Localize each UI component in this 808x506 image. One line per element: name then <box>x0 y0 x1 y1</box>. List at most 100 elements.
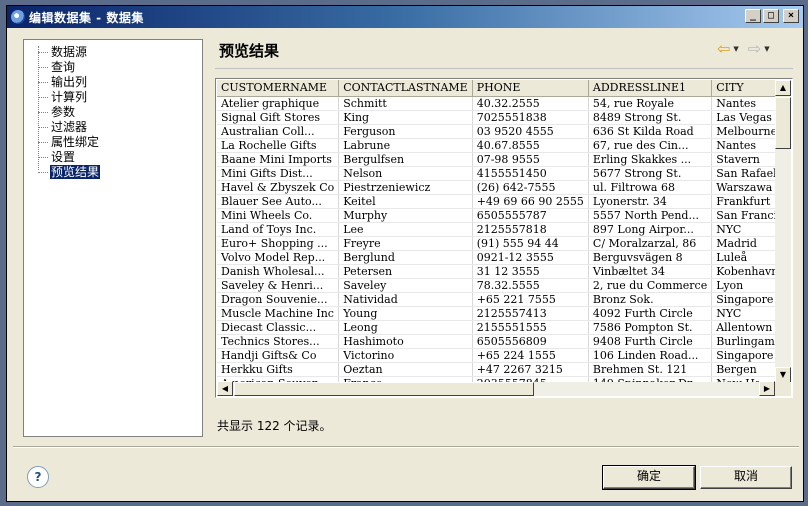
nav-item[interactable]: 属性绑定 <box>50 135 100 149</box>
title-divider <box>215 68 793 69</box>
nav-item[interactable]: 查询 <box>50 60 76 74</box>
scroll-right-button[interactable]: ▶ <box>759 381 775 396</box>
table-row[interactable]: Saveley & Henri... Saveley 78.32.5555 2, ru… <box>217 278 775 293</box>
table-cell: Hashimoto <box>338 334 473 349</box>
table-cell: Frankfurt <box>711 194 775 209</box>
table-row[interactable]: Dragon Souvenie... Natividad +65 221 7555 B… <box>217 292 775 307</box>
table-cell: +65 224 1555 <box>472 348 589 363</box>
table-row[interactable]: Volvo Model Rep... Berglund 0921-12 3555 Be… <box>217 250 775 265</box>
table-cell: NYC <box>711 222 775 237</box>
table-cell: Havel & Zbyszek Co <box>217 180 340 195</box>
table-row[interactable]: La Rochelle Gifts Labrune 40.67.8555 67, ru… <box>217 138 775 153</box>
table-cell: 31 12 3555 <box>472 264 589 279</box>
column-header[interactable]: ADDRESSLINE1 <box>588 80 713 97</box>
cancel-button[interactable]: 取消 <box>700 466 792 489</box>
table-row[interactable]: Baane Mini Imports Bergulfsen 07-98 9555 Er… <box>217 152 775 167</box>
table-row[interactable]: Diecast Classic... Leong 2155551555 7586 Po… <box>217 320 775 335</box>
table-row[interactable]: Mini Gifts Dist... Nelson 4155551450 5677 S… <box>217 166 775 181</box>
table-cell: Keitel <box>338 194 473 209</box>
tree-connector <box>38 172 48 173</box>
column-header[interactable]: CONTACTLASTNAME <box>338 80 473 97</box>
nav-item[interactable]: 过滤器 <box>50 120 88 134</box>
help-icon[interactable]: ? <box>27 466 49 488</box>
table-cell: Ferguson <box>338 124 473 139</box>
table-cell: Volvo Model Rep... <box>217 250 340 265</box>
forward-arrow-icon[interactable]: ⇨ <box>748 41 761 57</box>
table-cell: Bergen <box>711 362 775 377</box>
table-cell: Baane Mini Imports <box>217 152 340 167</box>
nav-item[interactable]: 参数 <box>50 105 76 119</box>
scroll-corner <box>775 382 791 396</box>
scroll-left-button[interactable]: ◀ <box>217 381 233 396</box>
grid-viewport: CUSTOMERNAME CONTACTLASTNAME PHONE ADDRESSL… <box>217 80 775 383</box>
ok-button[interactable]: 确定 <box>602 465 696 490</box>
table-cell: Bronz Sok. <box>588 292 713 307</box>
table-row[interactable]: Handji Gifts& Co Victorino +65 224 1555 106… <box>217 348 775 363</box>
title-bar[interactable]: 编辑数据集 - 数据集 _ □ × <box>7 6 803 28</box>
table-cell: Leong <box>338 320 473 335</box>
table-row[interactable]: Danish Wholesal... Petersen 31 12 3555 Vinb… <box>217 264 775 279</box>
table-row[interactable]: Havel & Zbyszek Co Piestrzeniewicz (26) 64… <box>217 180 775 195</box>
table-cell: Herkku Gifts <box>217 362 340 377</box>
table-cell: Dragon Souvenie... <box>217 292 340 307</box>
table-cell: (26) 642-7555 <box>472 180 589 195</box>
nav-item[interactable]: 输出列 <box>50 75 88 89</box>
horizontal-scroll-thumb[interactable] <box>234 382 534 396</box>
tree-connector <box>38 82 48 83</box>
scroll-down-button[interactable]: ▼ <box>775 367 791 383</box>
table-row[interactable]: Herkku Gifts Oeztan +47 2267 3215 Brehmen S… <box>217 362 775 377</box>
table-row[interactable]: Euro+ Shopping ... Freyre (91) 555 94 44 C/… <box>217 236 775 251</box>
table-cell: Natividad <box>338 292 473 307</box>
record-count: 共显示 122 个记录。 <box>217 419 332 433</box>
table-row[interactable]: Land of Toys Inc. Lee 2125557818 897 Long A… <box>217 222 775 237</box>
minimize-button[interactable]: _ <box>745 9 761 23</box>
table-row[interactable]: Atelier graphique Schmitt 40.32.2555 54, ru… <box>217 96 775 111</box>
table-cell: Diecast Classic... <box>217 320 340 335</box>
table-row[interactable]: Australian Coll... Ferguson 03 9520 4555 63… <box>217 124 775 139</box>
table-cell: 2125557818 <box>472 222 589 237</box>
table-cell: Murphy <box>338 208 473 223</box>
maximize-button[interactable]: □ <box>763 9 779 23</box>
table-row[interactable]: Muscle Machine Inc Young 2125557413 4092 Fu… <box>217 306 775 321</box>
forward-dropdown-icon[interactable]: ▼ <box>764 45 769 53</box>
horizontal-scrollbar[interactable]: ◀ ▶ <box>217 381 775 396</box>
table-cell: 03 9520 4555 <box>472 124 589 139</box>
preview-grid[interactable]: CUSTOMERNAME CONTACTLASTNAME PHONE ADDRESSL… <box>215 78 793 398</box>
table-row[interactable]: Technics Stores... Hashimoto 6505556809 940… <box>217 334 775 349</box>
table-cell: 6505556809 <box>472 334 589 349</box>
vertical-scrollbar[interactable]: ▲ ▼ <box>775 80 791 383</box>
tree-connector <box>38 67 48 68</box>
close-button[interactable]: × <box>783 9 799 23</box>
table-cell: San Rafael <box>711 166 775 181</box>
table-cell: Australian Coll... <box>217 124 340 139</box>
nav-item[interactable]: 计算列 <box>50 90 88 104</box>
tree-connector <box>38 127 48 128</box>
table-cell: Danish Wholesal... <box>217 264 340 279</box>
nav-item[interactable]: 预览结果 <box>50 165 101 179</box>
column-header[interactable]: CUSTOMERNAME <box>217 80 340 97</box>
table-row[interactable]: Mini Wheels Co. Murphy 6505555787 5557 Nort… <box>217 208 775 223</box>
back-arrow-icon[interactable]: ⇦ <box>717 41 730 57</box>
table-cell: 5677 Strong St. <box>588 166 713 181</box>
column-header[interactable]: CITY <box>711 80 775 97</box>
table-cell: Freyre <box>338 236 473 251</box>
table-cell: Las Vegas <box>711 110 775 125</box>
nav-item[interactable]: 数据源 <box>50 45 88 59</box>
column-header[interactable]: PHONE <box>472 80 589 97</box>
back-dropdown-icon[interactable]: ▼ <box>733 45 738 53</box>
table-row[interactable]: Blauer See Auto... Keitel +49 69 66 90 255… <box>217 194 775 209</box>
table-cell: Brehmen St. 121 <box>588 362 713 377</box>
table-row[interactable]: Signal Gift Stores King 7025551838 8489 Str… <box>217 110 775 125</box>
table-cell: 40.32.2555 <box>472 96 589 111</box>
table-cell: Piestrzeniewicz <box>338 180 473 195</box>
table-cell: 7025551838 <box>472 110 589 125</box>
scroll-up-button[interactable]: ▲ <box>775 80 791 96</box>
table-cell: Luleå <box>711 250 775 265</box>
nav-item[interactable]: 设置 <box>50 150 76 164</box>
vertical-scroll-thumb[interactable] <box>775 97 791 149</box>
table-cell: Saveley <box>338 278 473 293</box>
table-cell: 4155551450 <box>472 166 589 181</box>
table-cell: 897 Long Airpor... <box>588 222 713 237</box>
table-cell: Signal Gift Stores <box>217 110 340 125</box>
table-cell: Schmitt <box>338 96 473 111</box>
